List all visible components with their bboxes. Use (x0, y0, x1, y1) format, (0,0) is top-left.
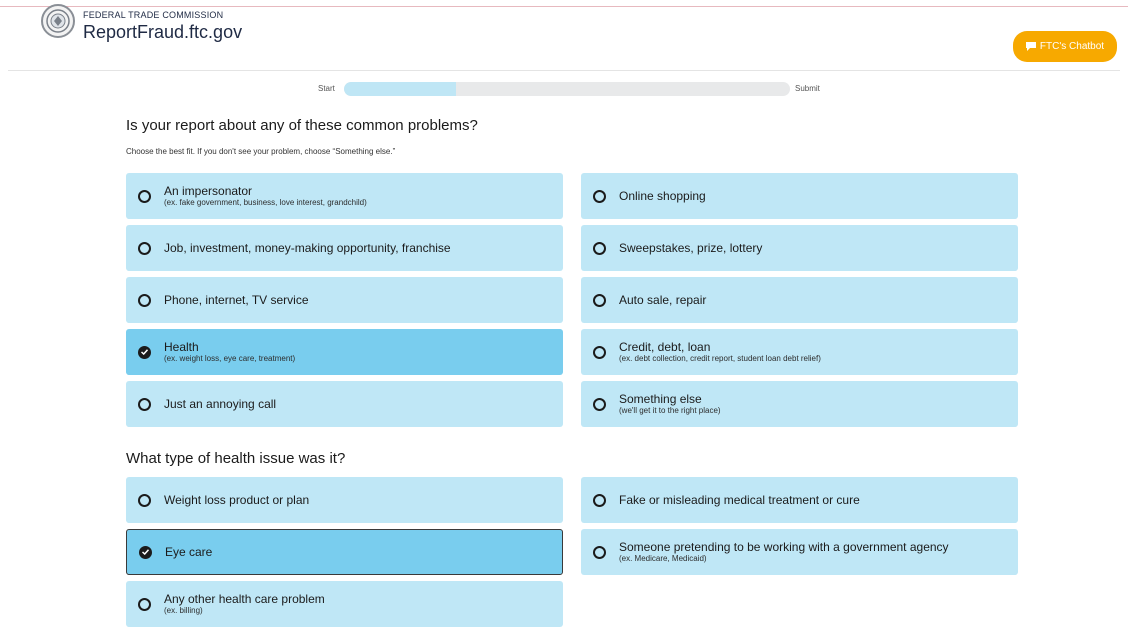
option-label: Something else (619, 391, 702, 406)
question-1-heading: Is your report about any of these common… (126, 117, 478, 134)
radio-icon[interactable] (138, 241, 151, 255)
option-example: (ex. Medicare, Medicaid) (619, 553, 707, 563)
option-job-investment[interactable]: Job, investment, money-making opportunit… (126, 225, 563, 271)
option-label: Weight loss product or plan (164, 492, 310, 507)
radio-icon[interactable] (593, 545, 606, 559)
radio-icon[interactable] (593, 345, 606, 359)
chatbot-button[interactable]: FTC's Chatbot (1013, 31, 1117, 62)
option-something-else[interactable]: Something else (we'll get it to the right… (581, 381, 1018, 427)
option-example: (ex. debt collection, credit report, stu… (619, 353, 821, 363)
option-credit-debt-loan[interactable]: Credit, debt, loan (ex. debt collection, … (581, 329, 1018, 375)
radio-icon[interactable] (593, 397, 606, 411)
radio-icon[interactable] (138, 293, 151, 307)
option-example: (ex. billing) (164, 605, 203, 615)
radio-icon[interactable] (138, 397, 151, 411)
option-label: Health (164, 339, 199, 354)
option-impersonator[interactable]: An impersonator (ex. fake government, bus… (126, 173, 563, 219)
site-name[interactable]: ReportFraud.ftc.gov (83, 22, 242, 43)
radio-icon[interactable] (593, 493, 606, 507)
option-phone-internet-tv[interactable]: Phone, internet, TV service (126, 277, 563, 323)
radio-icon[interactable] (593, 293, 606, 307)
option-weight-loss[interactable]: Weight loss product or plan (126, 477, 563, 523)
option-label: Phone, internet, TV service (164, 292, 309, 307)
progress-submit-label: Submit (795, 84, 820, 93)
option-health[interactable]: Health (ex. weight loss, eye care, treatm… (126, 329, 563, 375)
option-label: Job, investment, money-making opportunit… (164, 240, 451, 255)
progress-bar (344, 82, 790, 96)
progress-start-label: Start (318, 84, 335, 93)
header-divider (8, 70, 1120, 71)
agency-name: FEDERAL TRADE COMMISSION (83, 10, 224, 20)
option-auto-sale-repair[interactable]: Auto sale, repair (581, 277, 1018, 323)
option-label: Eye care (165, 544, 213, 559)
option-eye-care[interactable]: Eye care (126, 529, 563, 575)
chat-bubble-icon (1025, 42, 1036, 51)
option-label: Someone pretending to be working with a … (619, 539, 949, 554)
option-label: Online shopping (619, 188, 706, 203)
option-government-impersonator[interactable]: Someone pretending to be working with a … (581, 529, 1018, 575)
question-1-hint: Choose the best fit. If you don't see yo… (126, 147, 396, 156)
option-label: Auto sale, repair (619, 292, 707, 307)
option-other-health[interactable]: Any other health care problem (ex. billin… (126, 581, 563, 627)
option-label: Any other health care problem (164, 591, 325, 606)
radio-icon[interactable] (138, 493, 151, 507)
radio-icon[interactable] (139, 545, 152, 559)
option-label: Just an annoying call (164, 396, 277, 411)
option-fake-treatment[interactable]: Fake or misleading medical treatment or … (581, 477, 1018, 523)
radio-icon[interactable] (593, 241, 606, 255)
option-label: Sweepstakes, prize, lottery (619, 240, 763, 255)
radio-icon[interactable] (138, 597, 151, 611)
chatbot-label: FTC's Chatbot (1039, 41, 1105, 52)
top-accent-line (0, 6, 1128, 7)
option-example: (ex. fake government, business, love int… (164, 197, 367, 207)
radio-icon[interactable] (138, 345, 151, 359)
option-label: An impersonator (164, 183, 253, 198)
option-annoying-call[interactable]: Just an annoying call (126, 381, 563, 427)
ftc-seal-icon[interactable] (41, 4, 75, 38)
option-label: Credit, debt, loan (619, 339, 711, 354)
option-sweepstakes[interactable]: Sweepstakes, prize, lottery (581, 225, 1018, 271)
option-online-shopping[interactable]: Online shopping (581, 173, 1018, 219)
report-fraud-page: FEDERAL TRADE COMMISSION ReportFraud.ftc… (0, 0, 1128, 628)
option-label: Fake or misleading medical treatment or … (619, 492, 860, 507)
option-example: (ex. weight loss, eye care, treatment) (164, 353, 296, 363)
progress-fill (344, 82, 456, 96)
radio-icon[interactable] (138, 189, 151, 203)
option-example: (we'll get it to the right place) (619, 405, 721, 415)
radio-icon[interactable] (593, 189, 606, 203)
question-2-heading: What type of health issue was it? (126, 450, 346, 467)
